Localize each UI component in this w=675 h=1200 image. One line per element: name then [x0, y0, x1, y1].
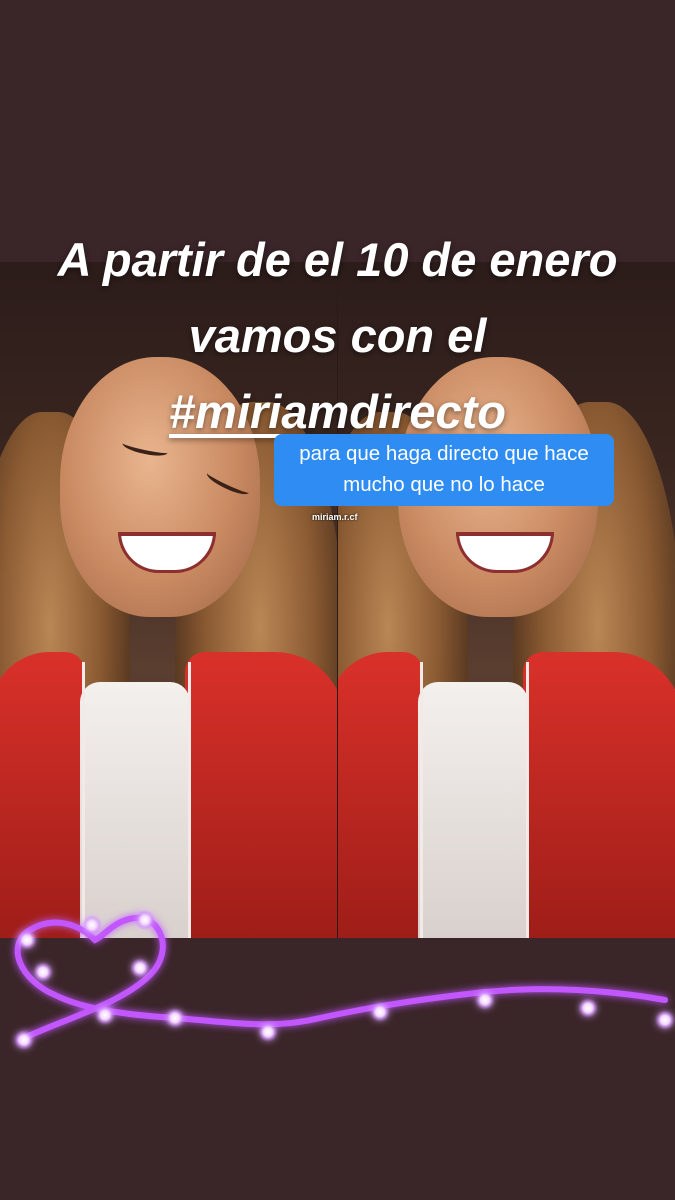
story-headline: A partir de el 10 de enero vamos con el …: [30, 222, 645, 450]
hashtag-link[interactable]: #miriamdirecto: [169, 385, 506, 438]
headline-text: A partir de el 10 de enero vamos con el: [57, 233, 618, 362]
story-frame: A partir de el 10 de enero vamos con el …: [0, 0, 675, 1200]
heart-string-lights-icon: [14, 910, 675, 1050]
username-watermark: miriam.r.cf: [312, 512, 358, 522]
caption-box: para que haga directo que hace mucho que…: [274, 434, 614, 506]
